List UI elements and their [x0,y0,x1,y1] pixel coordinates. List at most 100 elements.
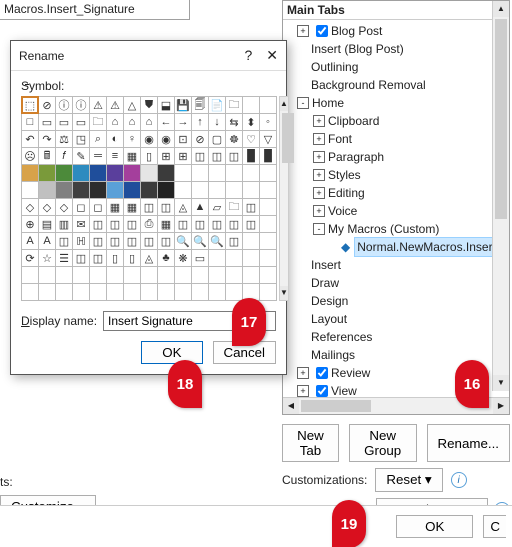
symbol-cell[interactable]: ▭ [192,250,208,266]
symbol-cell[interactable] [141,165,157,181]
symbol-cell[interactable]: ⊞ [175,148,191,164]
symbol-cell[interactable]: ◫ [141,199,157,215]
symbol-cell[interactable]: 🖩 [39,148,55,164]
main-cancel-button[interactable]: C [483,515,506,538]
expander-icon[interactable]: + [313,205,325,217]
symbol-cell[interactable]: ◻ [90,199,106,215]
symbol-cell[interactable] [107,165,123,181]
symbol-cell[interactable]: ◫ [124,233,140,249]
symbol-cell[interactable]: 🔍 [192,233,208,249]
symbol-cell[interactable]: ⚖ [56,131,72,147]
symbol-cell[interactable]: ⬓ [158,97,174,113]
symbol-cell[interactable]: 💾 [175,97,191,113]
symbol-cell[interactable]: ⬍ [243,114,259,130]
symbol-cell[interactable]: 🗀 [90,114,106,130]
symbol-cell[interactable]: ☸ [226,131,242,147]
symbol-cell[interactable]: ✉ [73,216,89,232]
scroll-down-icon[interactable]: ▼ [280,286,288,300]
symbol-cell[interactable] [39,267,55,283]
symbol-cell[interactable]: ▭ [56,114,72,130]
symbol-cell[interactable]: ◫ [158,199,174,215]
symbol-cell[interactable] [209,250,225,266]
dialog-titlebar[interactable]: Rename ? ✕ [11,41,286,71]
symbol-cell[interactable] [175,284,191,300]
symbol-cell[interactable] [243,250,259,266]
symbol-cell[interactable] [209,267,225,283]
grid-scrollbar[interactable]: ▲ ▼ [279,96,289,301]
symbol-cell[interactable]: ☰ [56,250,72,266]
symbol-cell[interactable]: █ [243,148,259,164]
symbol-cell[interactable] [39,284,55,300]
expander-icon[interactable]: + [297,367,309,379]
scroll-down-icon[interactable]: ▼ [493,375,509,391]
symbol-cell[interactable]: ▱ [209,199,225,215]
symbol-cell[interactable] [124,267,140,283]
symbol-cell[interactable]: ✎ [73,148,89,164]
symbol-cell[interactable]: ⚠ [90,97,106,113]
symbol-cell[interactable] [226,165,242,181]
expander-icon[interactable]: + [297,385,309,397]
symbol-cell[interactable]: ◐ [107,131,123,147]
symbol-cell[interactable] [175,267,191,283]
symbol-cell[interactable]: ◫ [107,216,123,232]
symbol-cell[interactable]: ▤ [39,216,55,232]
symbol-cell[interactable] [260,199,276,215]
symbol-cell[interactable] [158,182,174,198]
symbol-cell[interactable]: ◫ [90,250,106,266]
symbol-cell[interactable]: ◫ [226,233,242,249]
reset-button[interactable]: Reset ▾ [375,468,442,492]
symbol-cell[interactable]: ◫ [73,250,89,266]
symbol-cell[interactable]: ◉ [158,131,174,147]
symbol-cell[interactable] [243,182,259,198]
tree-item-label[interactable]: Review [331,364,370,382]
symbol-cell[interactable]: ♣ [158,250,174,266]
scroll-thumb-h[interactable] [301,400,371,412]
symbol-cell[interactable]: ◫ [90,233,106,249]
symbol-cell[interactable]: ☹ [22,148,38,164]
new-tab-button[interactable]: New Tab [282,424,339,462]
main-tabs-tree[interactable]: +Blog PostInsert (Blog Post)OutliningBac… [283,20,509,402]
symbol-cell[interactable]: ◫ [124,216,140,232]
symbol-cell[interactable]: ◇ [22,199,38,215]
tree-item-label[interactable]: Outlining [311,58,358,76]
symbol-cell[interactable]: → [175,114,191,130]
symbol-cell[interactable]: ◫ [158,233,174,249]
symbol-cell[interactable]: ◫ [226,148,242,164]
expander-icon[interactable]: - [313,223,325,235]
tree-checkbox[interactable] [316,385,328,397]
symbol-cell[interactable] [158,284,174,300]
tree-item-label[interactable]: My Macros (Custom) [328,220,439,238]
symbol-cell[interactable]: ◫ [209,216,225,232]
symbol-cell[interactable] [141,182,157,198]
symbol-cell[interactable]: ⇆ [226,114,242,130]
symbol-cell[interactable] [209,165,225,181]
symbol-cell[interactable]: ℍ [73,233,89,249]
symbol-cell[interactable] [226,182,242,198]
symbol-cell[interactable]: ▦ [124,148,140,164]
symbol-cell[interactable]: ⚠ [107,97,123,113]
symbol-cell[interactable] [226,284,242,300]
rename-button[interactable]: Rename... [427,424,511,462]
new-group-button[interactable]: New Group [349,424,417,462]
tree-item-label[interactable]: Design [311,292,348,310]
tree-item-label[interactable]: Insert (Blog Post) [311,40,404,58]
symbol-cell[interactable]: ⬚ [22,97,38,113]
symbol-cell[interactable]: ↑ [192,114,208,130]
symbol-cell[interactable] [22,267,38,283]
symbol-cell[interactable]: ▯ [107,250,123,266]
symbol-cell[interactable] [209,284,225,300]
expander-icon[interactable]: + [313,187,325,199]
symbol-cell[interactable] [22,182,38,198]
tree-item-label[interactable]: Mailings [311,346,355,364]
symbol-cell[interactable]: ═ [90,148,106,164]
symbol-cell[interactable]: ≡ [107,148,123,164]
symbol-cell[interactable]: ◦ [260,114,276,130]
scroll-up-icon[interactable]: ▲ [493,1,509,17]
symbol-cell[interactable]: ◫ [209,148,225,164]
scroll-up-icon[interactable]: ▲ [280,97,288,111]
tree-checkbox[interactable] [316,367,328,379]
symbol-cell[interactable] [226,267,242,283]
tree-item-label[interactable]: References [311,328,372,346]
symbol-cell[interactable]: ⊕ [22,216,38,232]
symbol-cell[interactable]: ⎙ [141,216,157,232]
